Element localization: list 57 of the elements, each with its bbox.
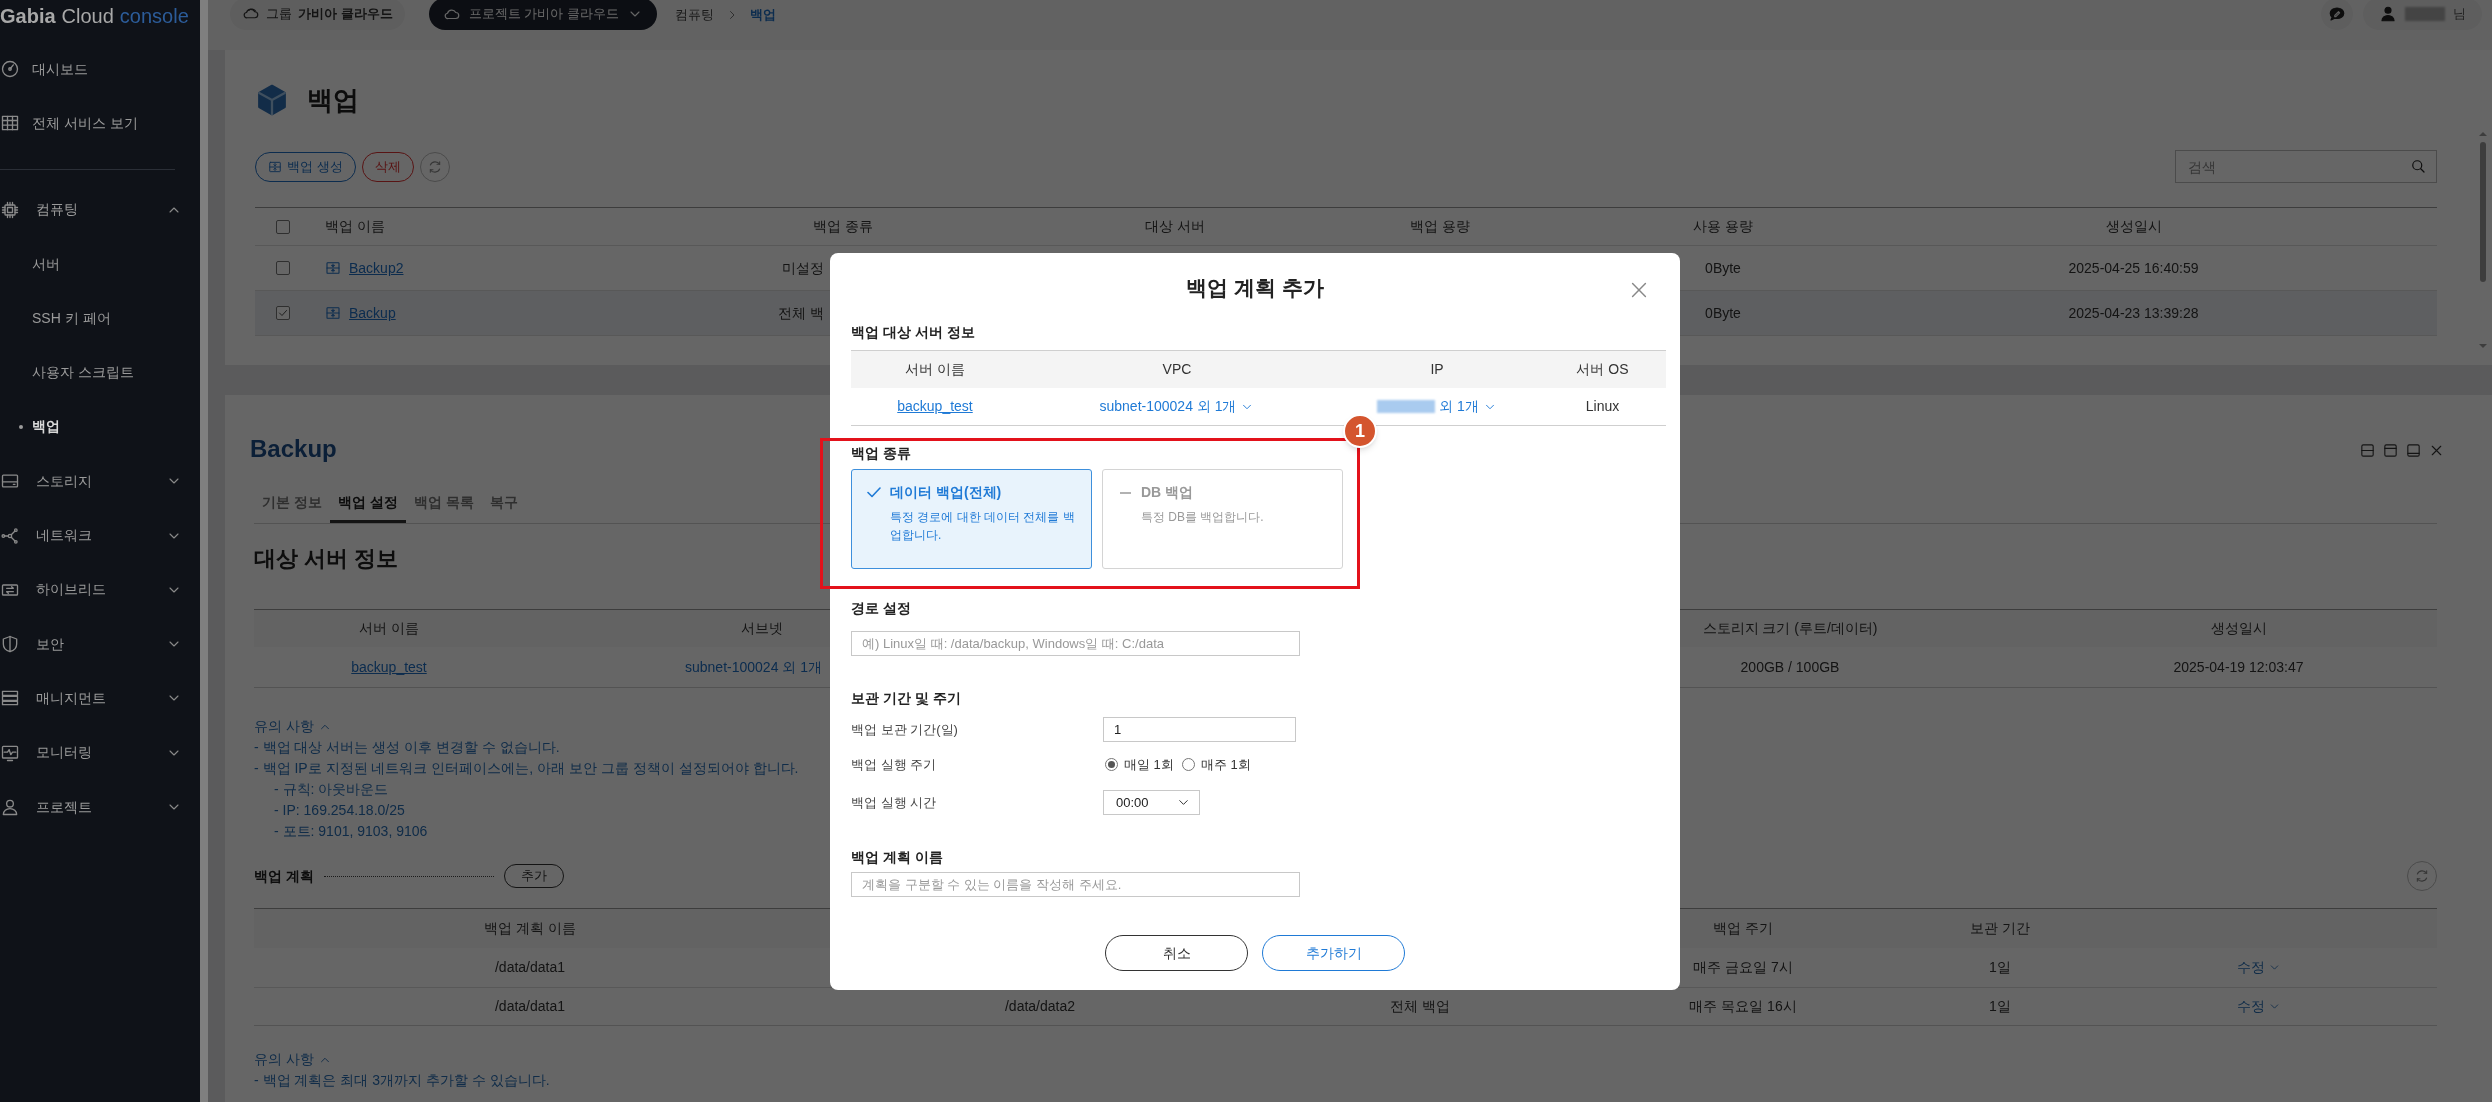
note-line: - 규칙: 아웃바운드 <box>274 780 389 799</box>
table-cell-text: 전체 백 <box>778 303 824 323</box>
note-line: - 백업 계획은 최대 3개까지 추가할 수 있습니다. <box>254 1071 550 1090</box>
column-header: 스토리지 크기 (루트/데이터) <box>1702 619 1878 638</box>
column-header: 보관 기간 <box>1970 919 2030 938</box>
section-title: 백업 계획 이름 <box>851 848 944 867</box>
table-cell-text: 0Byte <box>1705 258 1741 278</box>
option-title: DB 백업 <box>1141 483 1194 502</box>
column-header: 백업 주기 <box>1713 919 1773 938</box>
table-cell-text: /data/data1 <box>494 957 566 977</box>
section-title: 대상 서버 정보 <box>254 545 400 572</box>
option-description: 특정 DB를 백업합니다. <box>1140 509 1265 526</box>
page-title: 백업 <box>307 83 359 117</box>
option-title: 데이터 백업(전체) <box>890 483 1002 502</box>
panel-title: Backup <box>250 435 337 463</box>
note-line: - 백업 IP로 지정된 네트워크 인터페이스에는, 아래 보안 그룹 정책이 설정되어야 합니다. <box>254 759 799 778</box>
section-title: 보관 기간 및 주기 <box>851 689 962 708</box>
table-cell-text: 200GB / 100GB <box>1740 657 1840 677</box>
table-cell-text: /data/data2 <box>1004 996 1076 1016</box>
column-header: IP <box>1430 360 1444 379</box>
table-cell-text: 2025-04-19 12:03:47 <box>2173 657 2304 677</box>
table-cell-text: 미설정 <box>782 258 824 278</box>
table-cell-text: 전체 백업 <box>1390 996 1450 1016</box>
note-line: - 포트: 9101, 9103, 9106 <box>274 822 428 841</box>
table-cell-text: 2025-04-23 13:39:28 <box>2068 303 2199 323</box>
table-cell-text: 매주 목요일 16시 <box>1689 996 1797 1016</box>
note-line: - 백업 대상 서버는 생성 이후 변경할 수 없습니다. <box>254 738 560 757</box>
column-header: 백업 용량 <box>1409 217 1471 236</box>
field-label: 백업 실행 시간 <box>851 793 938 812</box>
table-cell-text: 1일 <box>1989 996 2011 1016</box>
column-header: 서버 이름 <box>905 360 965 379</box>
table-cell-text: Linux <box>1585 397 1620 416</box>
column-header: 서브넷 <box>741 619 783 638</box>
column-header: 대상 서버 <box>1144 217 1206 236</box>
section-title: 백업 계획 <box>254 866 314 886</box>
column-header: 서버 OS <box>1576 360 1629 379</box>
option-description: 특정 경로에 대한 데이터 전체를 백업합니다. <box>889 509 1076 544</box>
column-header: 생성일시 <box>2210 619 2267 638</box>
section-title: 경로 설정 <box>851 599 912 618</box>
column-header: VPC <box>1162 360 1192 379</box>
column-header: 백업 이름 <box>324 217 386 236</box>
column-header: 생성일시 <box>2104 217 2163 236</box>
table-cell-text: 0Byte <box>1705 303 1741 323</box>
note-line: - IP: 169.254.18.0/25 <box>274 801 405 820</box>
section-title: 백업 대상 서버 정보 <box>851 323 976 342</box>
table-cell-text: 매주 금요일 7시 <box>1693 957 1793 977</box>
section-title: 백업 종류 <box>851 444 912 463</box>
modal-title: 백업 계획 추가 <box>1186 275 1324 301</box>
field-label: 백업 실행 주기 <box>851 755 938 774</box>
table-cell-text: 1일 <box>1989 957 2011 977</box>
column-header: 사용 용량 <box>1692 217 1754 236</box>
table-cell-text: 2025-04-25 16:40:59 <box>2068 258 2199 278</box>
column-header: 백업 계획 이름 <box>484 919 576 938</box>
table-cell-text: /data/data1 <box>494 996 566 1016</box>
column-header: 백업 종류 <box>812 217 874 236</box>
field-label: 백업 보관 기간(일) <box>851 720 959 739</box>
column-header: 서버 이름 <box>359 619 419 638</box>
